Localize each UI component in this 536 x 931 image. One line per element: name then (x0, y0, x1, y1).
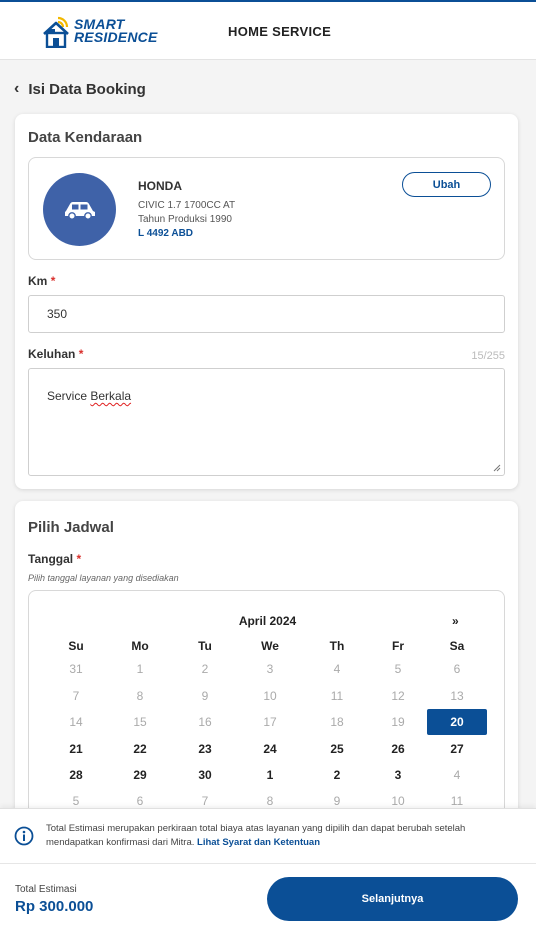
km-input[interactable]: 350 (28, 295, 505, 333)
weekday-header: Sa (449, 639, 465, 653)
app-header: SMART RESIDENCE HOME SERVICE (0, 2, 536, 60)
calendar-day: 7 (72, 689, 80, 703)
calendar-day: 17 (263, 715, 277, 729)
calendar-day: 5 (394, 662, 402, 676)
calendar-day[interactable]: 26 (368, 736, 428, 762)
required-mark: * (76, 552, 82, 566)
estimate-info-text: Total Estimasi merupakan perkiraan total… (46, 822, 516, 850)
complaint-label: Keluhan * (28, 347, 83, 361)
km-value: 350 (47, 307, 68, 321)
calendar-day: 10 (263, 689, 277, 703)
total-estimate-label: Total Estimasi (15, 884, 77, 895)
calendar-day: 13 (450, 689, 464, 703)
weekday-header: Th (329, 639, 345, 653)
calendar-day[interactable]: 27 (427, 736, 487, 762)
calendar-day: 4 (333, 662, 341, 676)
date-label: Tanggal * (28, 552, 81, 566)
weekday-header: Mo (131, 639, 149, 653)
calendar-day[interactable]: 25 (307, 736, 367, 762)
weekday-header: We (261, 639, 279, 653)
calendar-day: 16 (198, 715, 212, 729)
calendar-day: 11 (330, 689, 344, 703)
calendar-day: 19 (391, 715, 405, 729)
bottom-bar: Total Estimasi merupakan perkiraan total… (0, 808, 536, 931)
calendar-day[interactable]: 1 (240, 762, 300, 788)
calendar-day: 6 (453, 662, 461, 676)
calendar-day: 4 (453, 768, 461, 782)
calendar-day: 31 (69, 662, 83, 676)
calendar-day-selected[interactable]: 20 (427, 709, 487, 735)
calendar-day[interactable]: 22 (110, 736, 170, 762)
chevron-left-icon: ‹ (14, 80, 20, 97)
vehicle-avatar (43, 173, 116, 246)
vehicle-brand: HONDA (138, 179, 182, 193)
terms-link[interactable]: Lihat Syarat dan Ketentuan (197, 837, 320, 848)
vehicle-year: Tahun Produksi 1990 (138, 214, 232, 225)
header-title: HOME SERVICE (228, 24, 332, 39)
calendar-day: 1 (136, 662, 144, 676)
calendar-day: 2 (201, 662, 209, 676)
back-button[interactable]: ‹ Isi Data Booking (14, 80, 146, 98)
km-label: Km * (28, 274, 55, 288)
complaint-textarea[interactable]: Service Berkala (28, 368, 505, 476)
calendar-day: 3 (266, 662, 274, 676)
weekday-header: Su (68, 639, 84, 653)
required-mark: * (50, 274, 56, 288)
calendar-day[interactable]: 29 (110, 762, 170, 788)
calendar-day[interactable]: 3 (368, 762, 428, 788)
calendar-day[interactable]: 2 (307, 762, 367, 788)
calendar-day[interactable]: 24 (240, 736, 300, 762)
calendar-day: 18 (330, 715, 344, 729)
total-estimate-value: Rp 300.000 (15, 898, 94, 915)
calendar-day: 12 (391, 689, 405, 703)
calendar-day: 15 (133, 715, 147, 729)
vehicle-summary: HONDA CIVIC 1.7 1700CC AT Tahun Produksi… (28, 157, 505, 260)
calendar-day[interactable]: 21 (46, 736, 106, 762)
calendar-day: 14 (69, 715, 83, 729)
complaint-char-counter: 15/255 (471, 350, 505, 362)
calendar-day: 9 (201, 689, 209, 703)
next-button[interactable]: Selanjutnya (267, 877, 518, 921)
calendar-day[interactable]: 28 (46, 762, 106, 788)
date-hint: Pilih tanggal layanan yang disediakan (28, 573, 179, 583)
vehicle-data-card: Data Kendaraan HONDA CIVIC 1.7 1700CC AT… (15, 114, 518, 489)
required-mark: * (78, 347, 84, 361)
calendar-month: April 2024 (238, 614, 297, 628)
complaint-value-word-2: Berkala (90, 389, 132, 403)
car-icon (64, 201, 95, 220)
calendar-day: 8 (136, 689, 144, 703)
vehicle-model: CIVIC 1.7 1700CC AT (138, 200, 236, 211)
weekday-header: Fr (392, 639, 404, 653)
logo-line-2: RESIDENCE (74, 29, 158, 45)
complaint-value-word-1: Service (47, 389, 88, 403)
resize-handle-icon[interactable] (493, 464, 501, 472)
page-title: Isi Data Booking (28, 80, 146, 98)
vehicle-card-title: Data Kendaraan (28, 129, 143, 146)
weekday-header: Tu (198, 639, 212, 653)
date-label-text: Tanggal (28, 552, 74, 566)
change-vehicle-button[interactable]: Ubah (402, 172, 491, 197)
schedule-card-title: Pilih Jadwal (28, 519, 114, 536)
next-month-button[interactable]: » (452, 614, 459, 628)
calendar-day[interactable]: 23 (175, 736, 235, 762)
calendar-day[interactable]: 30 (175, 762, 235, 788)
house-logo-icon (43, 16, 69, 48)
km-label-text: Km (28, 274, 48, 288)
logo-wordmark: SMART RESIDENCE (74, 17, 158, 45)
estimate-info: Total Estimasi merupakan perkiraan total… (0, 809, 536, 864)
smart-residence-logo[interactable]: SMART RESIDENCE (42, 14, 157, 48)
vehicle-plate: L 4492 ABD (138, 228, 194, 239)
booking-page: ‹ Isi Data Booking Data Kendaraan HONDA … (0, 64, 536, 931)
complaint-label-text: Keluhan (28, 347, 76, 361)
info-icon (14, 826, 34, 846)
date-picker-calendar: April 2024 » Su Mo Tu We Th Fr Sa 31 1 2 3 4 5 6 7 8 9 10… (28, 590, 505, 820)
